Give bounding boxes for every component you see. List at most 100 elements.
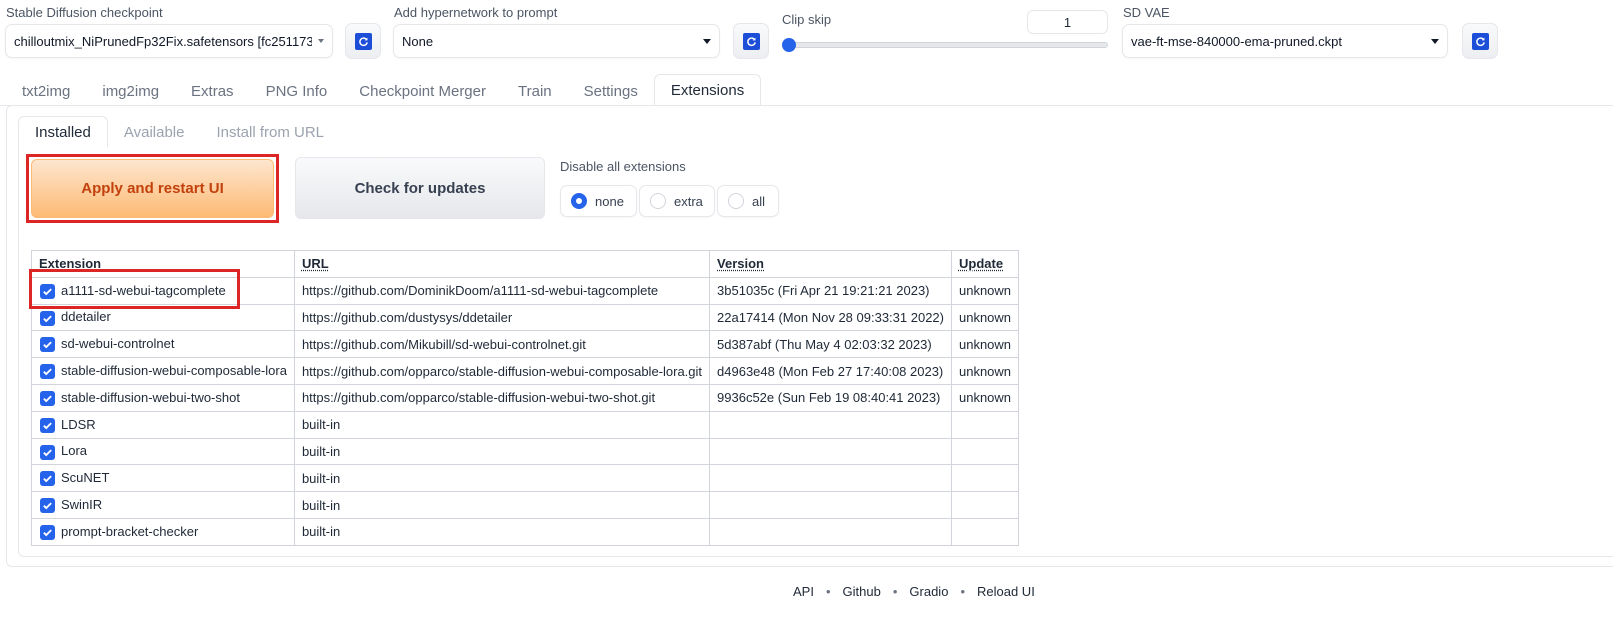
extension-name: ScuNET (61, 470, 110, 486)
table-row: Lora built-in (31, 437, 1020, 466)
extension-url: built-in (293, 491, 711, 519)
tab-png-info[interactable]: PNG Info (250, 74, 344, 108)
checkbox-checked-icon[interactable] (40, 524, 55, 540)
highlight-box (29, 269, 240, 309)
extension-update-status (950, 437, 1020, 466)
extension-version (709, 517, 952, 546)
tab-extras[interactable]: Extras (175, 74, 250, 108)
tab-extensions[interactable]: Extensions (653, 74, 762, 106)
vae-label: SD VAE (1123, 5, 1170, 20)
tab-installed[interactable]: Installed (18, 116, 108, 148)
vae-refresh-button[interactable] (1462, 23, 1498, 59)
radio-none[interactable]: none (560, 185, 637, 217)
apply-and-restart-button[interactable]: Apply and restart UI (31, 159, 274, 218)
extension-name: ddetailer (61, 309, 111, 325)
table-row: stable-diffusion-webui-two-shot https://g… (31, 383, 1020, 412)
extension-cell: LDSR (31, 410, 295, 439)
footer-link-github[interactable]: Github (843, 584, 881, 599)
tab-install-from-url[interactable]: Install from URL (200, 116, 340, 148)
clip-skip-label: Clip skip (782, 12, 832, 27)
extension-url: https://github.com/DominikDoom/a1111-sd-… (293, 276, 711, 305)
extension-url: https://github.com/Mikubill/sd-webui-con… (293, 330, 711, 359)
radio-extra-label: extra (674, 193, 703, 209)
extension-version: 5d387abf (Thu May 4 02:03:32 2023) (709, 330, 952, 359)
checkbox-checked-icon[interactable] (40, 471, 55, 487)
table-row: SwinIR built-in (31, 491, 1020, 519)
extension-url: https://github.com/opparco/stable-diffus… (293, 357, 711, 385)
hypernetwork-value: None (402, 33, 434, 49)
footer-link-gradio[interactable]: Gradio (909, 584, 948, 599)
radio-unchecked-icon (728, 193, 744, 209)
extension-name: SwinIR (61, 497, 103, 513)
tab-available[interactable]: Available (108, 116, 201, 148)
extension-update-status: unknown (950, 383, 1020, 412)
footer-link-reload-ui[interactable]: Reload UI (977, 584, 1035, 599)
hypernetwork-dropdown[interactable]: None (393, 24, 720, 58)
extension-update-status (950, 517, 1020, 546)
clip-skip-slider[interactable] (783, 42, 1108, 48)
checkbox-checked-icon[interactable] (40, 417, 55, 433)
table-row: stable-diffusion-webui-composable-lora ht… (31, 357, 1020, 385)
extension-update-status: unknown (950, 357, 1020, 385)
extension-update-status: unknown (950, 330, 1020, 359)
table-row: prompt-bracket-checker built-in (31, 517, 1020, 546)
radio-all[interactable]: all (717, 185, 779, 217)
footer-separator: • (960, 584, 965, 599)
extension-url: https://github.com/opparco/stable-diffus… (293, 383, 711, 412)
radio-unchecked-icon (650, 193, 666, 209)
footer-link-api[interactable]: API (793, 584, 814, 599)
extension-cell: prompt-bracket-checker (31, 517, 295, 546)
checkbox-checked-icon[interactable] (40, 444, 55, 460)
extension-url: built-in (293, 410, 711, 439)
checkbox-checked-icon[interactable] (40, 337, 55, 353)
extension-cell: sd-webui-controlnet (31, 330, 295, 359)
radio-all-label: all (752, 193, 766, 209)
vae-value: vae-ft-mse-840000-ema-pruned.ckpt (1131, 33, 1342, 49)
clip-skip-slider-thumb[interactable] (782, 38, 796, 52)
table-row: LDSR built-in (31, 410, 1020, 439)
disable-extensions-label: Disable all extensions (560, 159, 686, 174)
radio-none-label: none (595, 193, 624, 209)
refresh-icon (742, 32, 760, 50)
extension-version (709, 491, 952, 519)
check-for-updates-button[interactable]: Check for updates (295, 157, 545, 219)
header-url[interactable]: URL (293, 250, 711, 278)
vae-dropdown[interactable]: vae-ft-mse-840000-ema-pruned.ckpt (1122, 24, 1448, 58)
extension-name: prompt-bracket-checker (61, 523, 199, 539)
footer-separator: • (892, 584, 898, 599)
extension-update-status: unknown (950, 303, 1020, 332)
header-update[interactable]: Update (950, 250, 1020, 278)
hypernetwork-refresh-button[interactable] (733, 23, 769, 59)
sub-tabs: Installed Available Install from URL (18, 116, 340, 148)
clip-skip-number-input[interactable]: 1 (1027, 10, 1108, 34)
extension-update-status (950, 491, 1020, 519)
tab-img2img[interactable]: img2img (86, 74, 175, 108)
radio-extra[interactable]: extra (639, 185, 715, 217)
checkpoint-dropdown[interactable]: chilloutmix_NiPrunedFp32Fix.safetensors … (5, 24, 333, 58)
chevron-down-icon (1431, 38, 1439, 44)
extension-version: 3b51035c (Fri Apr 21 19:21:21 2023) (709, 276, 952, 305)
extension-name: Lora (61, 443, 88, 459)
checkbox-checked-icon[interactable] (40, 498, 55, 514)
tab-settings[interactable]: Settings (568, 74, 654, 108)
tab-txt2img[interactable]: txt2img (6, 74, 86, 108)
extension-name: LDSR (61, 416, 96, 432)
radio-checked-icon (571, 193, 587, 209)
checkbox-checked-icon[interactable] (40, 364, 55, 380)
checkbox-checked-icon[interactable] (40, 390, 55, 406)
extension-version: 9936c52e (Sun Feb 19 08:40:41 2023) (709, 383, 952, 412)
checkbox-checked-icon[interactable] (40, 310, 55, 326)
tab-checkpoint-merger[interactable]: Checkpoint Merger (343, 74, 502, 108)
extension-version (709, 410, 952, 439)
main-tabs: txt2img img2img Extras PNG Info Checkpoi… (6, 74, 762, 108)
extension-version: d4963e48 (Mon Feb 27 17:40:08 2023) (709, 357, 952, 385)
extension-cell: Lora (31, 437, 295, 466)
checkpoint-label: Stable Diffusion checkpoint (6, 5, 163, 20)
header-version[interactable]: Version (709, 250, 952, 278)
checkpoint-refresh-button[interactable] (345, 23, 381, 59)
extension-update-status (950, 410, 1020, 439)
tab-train[interactable]: Train (502, 74, 568, 108)
refresh-icon (1471, 32, 1489, 50)
chevron-down-icon (703, 38, 711, 44)
footer: API • Github • Gradio • Reload UI (793, 584, 1035, 599)
